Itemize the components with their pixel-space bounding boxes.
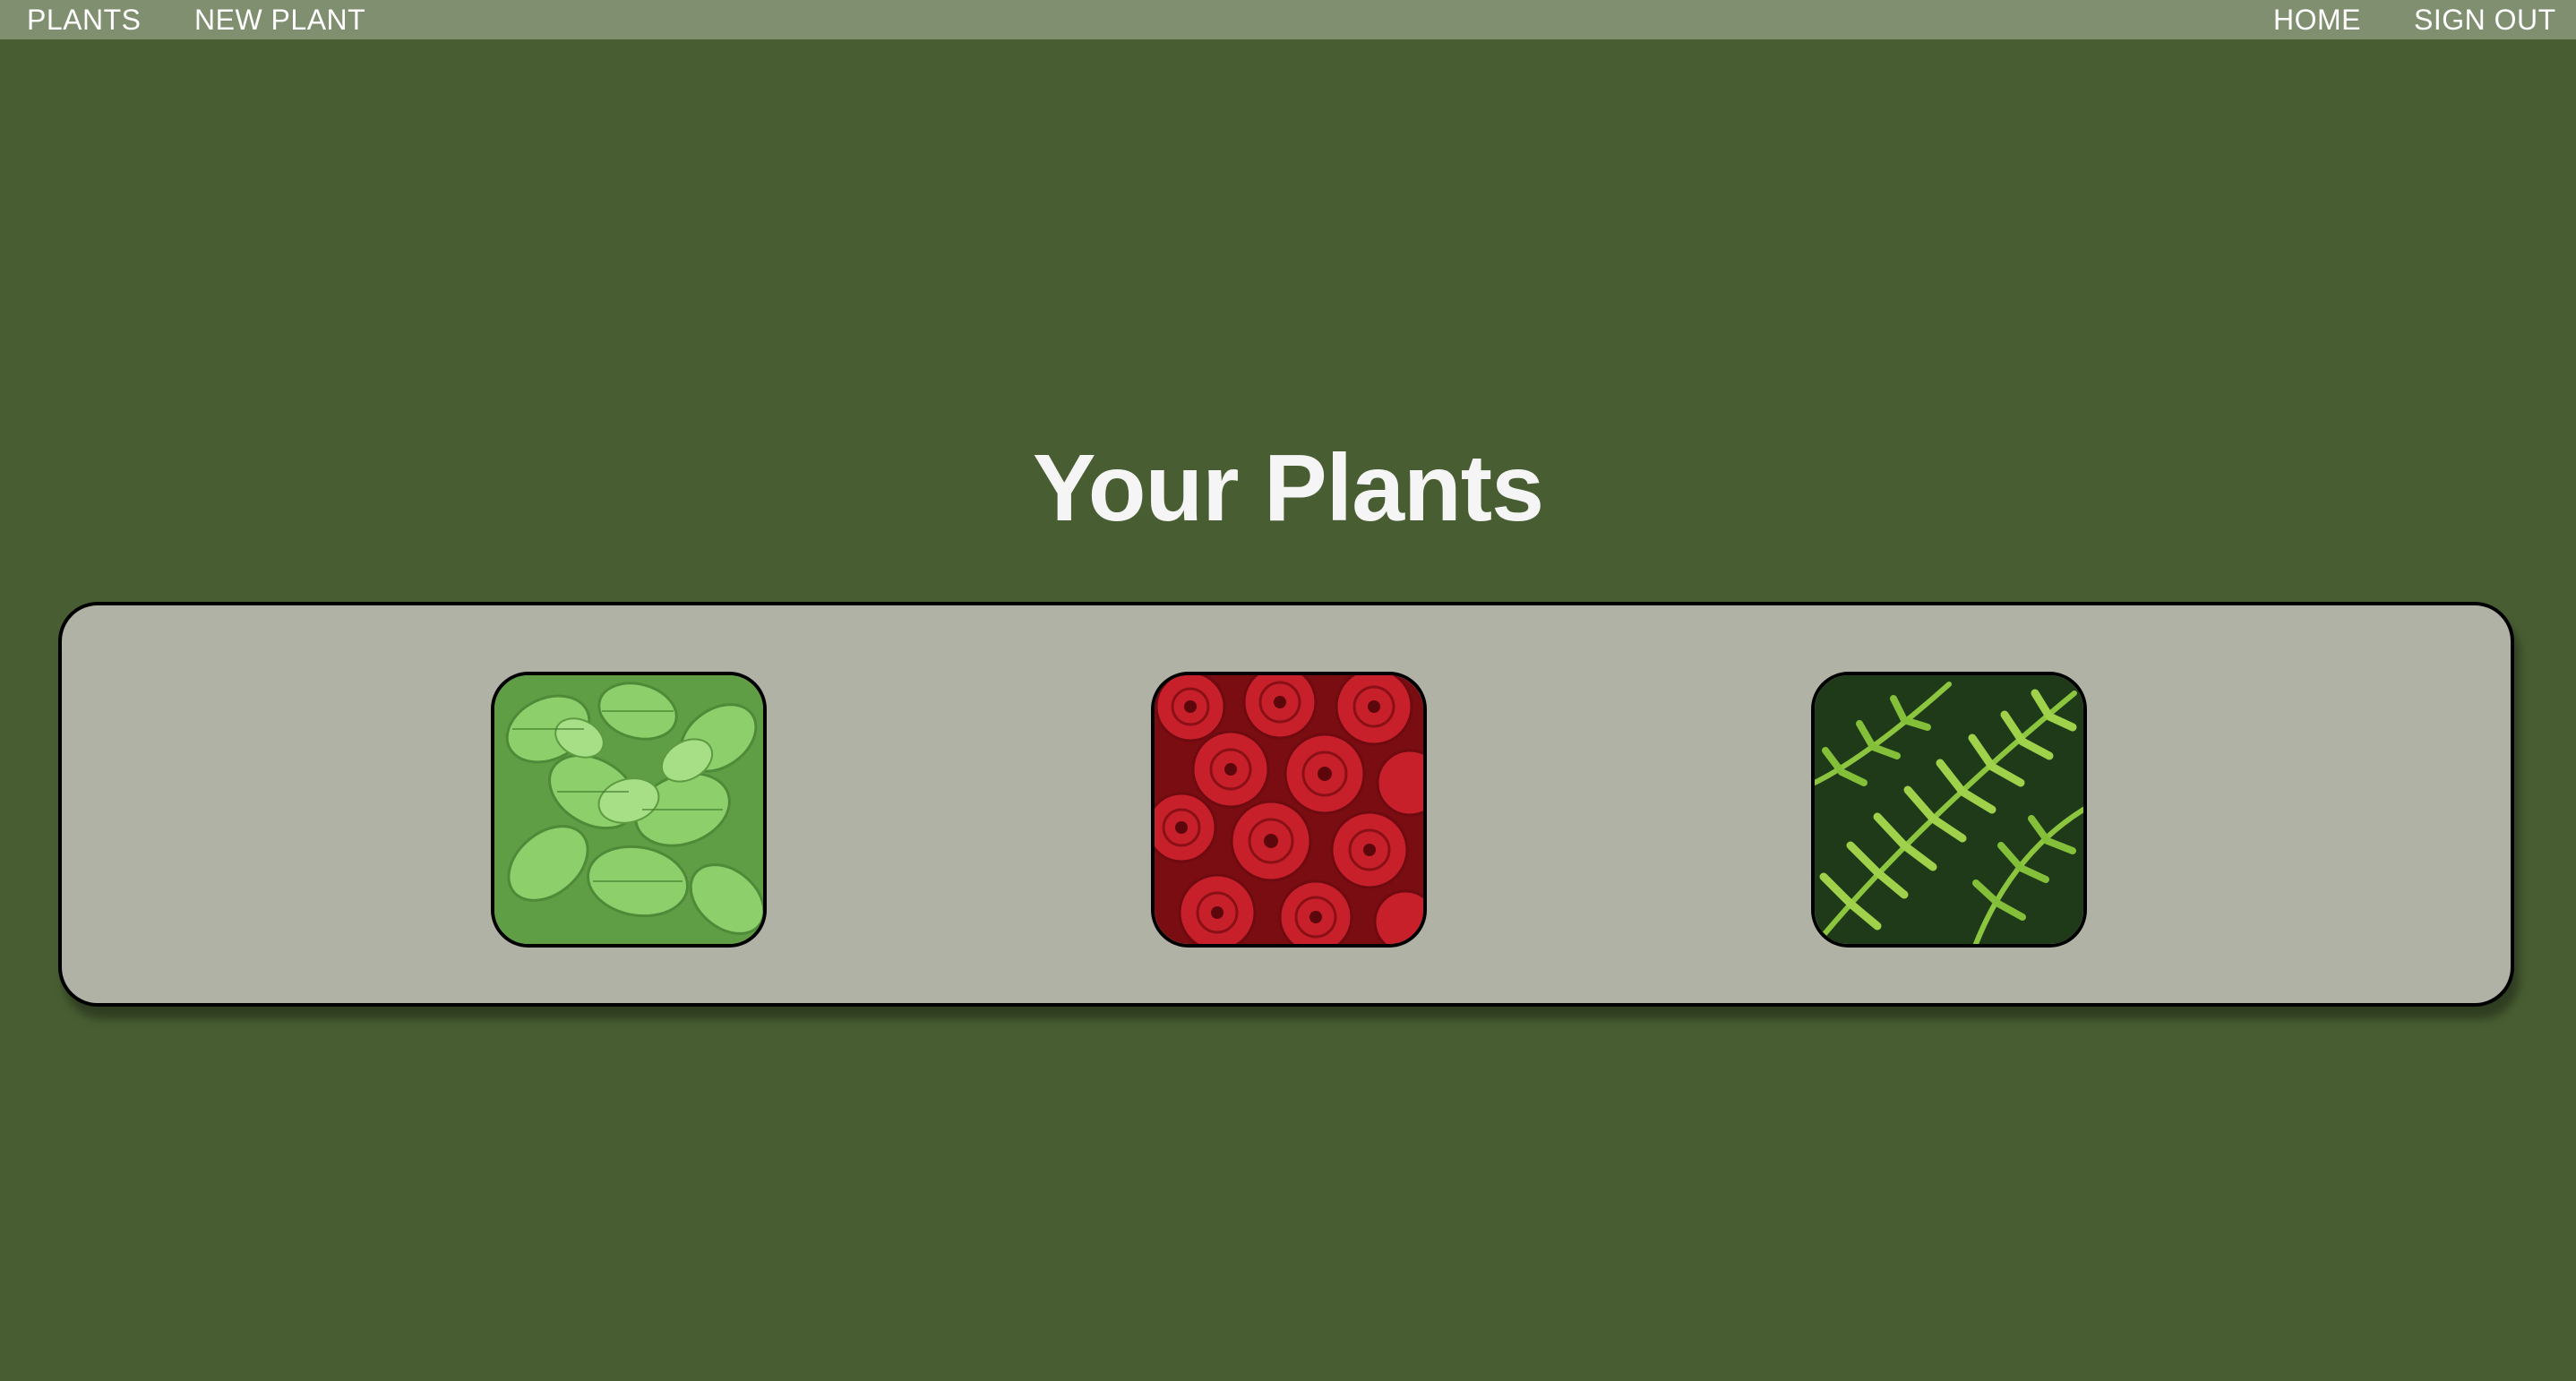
mint-leaves-image	[494, 675, 763, 944]
nav-link-plants[interactable]: PLANTS	[27, 0, 141, 39]
fern-fronds-image	[1815, 675, 2083, 944]
plants-gallery	[58, 602, 2514, 1007]
page-title: Your Plants	[1032, 435, 1544, 541]
nav-link-home[interactable]: HOME	[2273, 0, 2361, 39]
nav-link-sign-out[interactable]: SIGN OUT	[2414, 0, 2556, 39]
plant-card-mint[interactable]	[491, 672, 767, 948]
nav-link-new-plant[interactable]: NEW PLANT	[194, 0, 365, 39]
red-roses-image	[1155, 675, 1423, 944]
plant-card-rose[interactable]	[1151, 672, 1427, 948]
top-navbar: PLANTS NEW PLANT HOME SIGN OUT	[0, 0, 2576, 39]
plant-card-fern[interactable]	[1811, 672, 2087, 948]
